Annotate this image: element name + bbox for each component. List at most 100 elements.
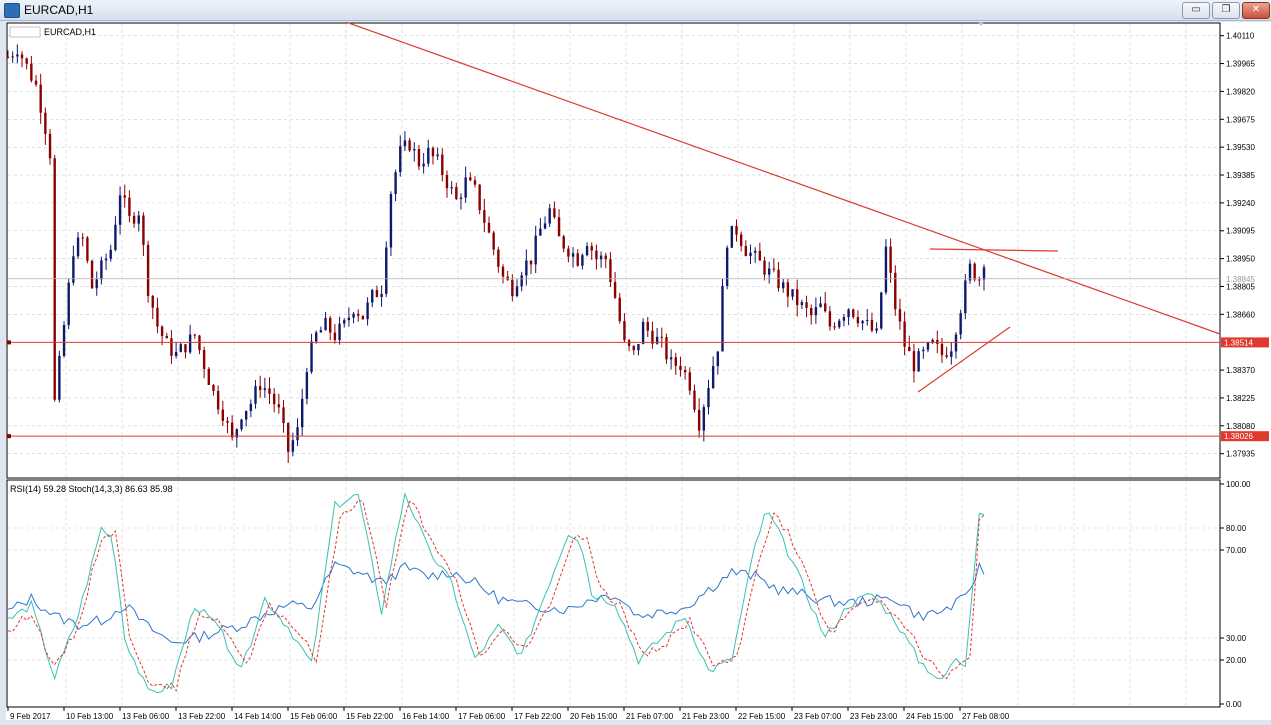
candle-body: [660, 336, 663, 338]
candle-body: [716, 351, 720, 367]
candle-body: [917, 351, 920, 372]
time-tick-label: 15 Feb 22:00: [346, 712, 394, 720]
candle-body: [81, 237, 84, 239]
time-tick-label: 27 Feb 08:00: [962, 712, 1010, 720]
candle-body: [511, 279, 514, 297]
candle-body: [86, 237, 89, 261]
indicator-tick-label: 70.00: [1226, 546, 1247, 555]
candle-body: [618, 297, 621, 322]
candle-body: [613, 282, 617, 298]
candle-body: [30, 63, 33, 81]
candle-body: [595, 250, 598, 260]
time-tick-label: 21 Feb 23:00: [682, 712, 730, 720]
candle-body: [263, 388, 267, 391]
candle-body: [6, 56, 10, 58]
candle-body: [908, 346, 911, 352]
candle-body: [333, 332, 337, 341]
price-tick-label: 1.38660: [1226, 310, 1255, 319]
indicator-axis: 100.00 80.00 70.00 30.00 20.00 0.00: [1220, 480, 1251, 709]
restore-button[interactable]: ❐: [1212, 2, 1240, 19]
candle-body: [90, 260, 94, 289]
candle-body: [473, 180, 477, 185]
resistance-line[interactable]: [929, 248, 1059, 252]
candle-body: [968, 263, 972, 281]
shift-marker-icon[interactable]: [978, 22, 984, 26]
horizontal-levels[interactable]: 1.388451.385141.38026: [7, 275, 1269, 442]
candle-body: [165, 336, 168, 339]
candle-body: [669, 357, 673, 360]
price-axis: 1.40110 1.39965 1.39820 1.39675 1.39530 1.393…: [1220, 32, 1255, 459]
candle-body: [945, 355, 948, 357]
candle-body: [702, 407, 706, 431]
candle-body: [978, 279, 981, 281]
candle-body: [884, 246, 888, 293]
candle-body: [735, 225, 738, 235]
candle-body: [604, 255, 607, 260]
price-tick-label: 1.38225: [1226, 394, 1255, 403]
ascending-trendline[interactable]: [917, 326, 1011, 393]
candle-body: [366, 302, 369, 320]
price-tick-label: 1.38080: [1226, 422, 1255, 431]
close-button[interactable]: ✕: [1242, 2, 1270, 19]
candle-body: [315, 332, 318, 342]
candle-body: [464, 177, 467, 198]
candle-body: [688, 372, 691, 391]
chart-canvas[interactable]: 1.388451.385141.38026 1.401101.399651.39…: [6, 21, 1271, 721]
candle-body: [352, 313, 355, 318]
candle-body: [898, 309, 902, 322]
candle-body: [282, 407, 285, 424]
candle-body: [543, 223, 547, 229]
indicator-panel-frame: [6, 479, 1221, 708]
chart-symbol-label: EURCAD,H1: [44, 27, 96, 37]
candle-body: [160, 326, 164, 337]
indicator-tick-label: 30.00: [1226, 634, 1247, 643]
stoch-signal-line: [7, 499, 985, 693]
time-tick-label: 24 Feb 15:00: [906, 712, 954, 720]
candle-body: [520, 275, 523, 287]
minimize-button[interactable]: ▭: [1182, 2, 1210, 19]
candle-body: [455, 187, 458, 200]
candle-body: [478, 184, 481, 211]
candle-body: [501, 266, 505, 277]
candle-body: [95, 279, 98, 289]
candle-body: [193, 334, 196, 336]
candle-body: [413, 149, 416, 151]
candle-body: [422, 163, 425, 167]
trendlines[interactable]: [345, 21, 1221, 393]
candle-body: [417, 149, 421, 167]
candle-body: [525, 260, 528, 276]
candle-body: [730, 225, 734, 248]
candle-body: [25, 58, 28, 64]
candle-body: [852, 309, 855, 318]
candle-body: [922, 349, 925, 352]
candle-body: [651, 330, 654, 344]
candle-body: [48, 133, 52, 159]
candle-body: [810, 307, 813, 316]
candle-body: [431, 147, 435, 157]
candle-body: [408, 140, 411, 151]
candle-body: [16, 54, 19, 57]
candle-body: [973, 263, 976, 280]
candle-body: [585, 246, 589, 256]
candle-body: [156, 307, 159, 327]
time-tick-label: 20 Feb 15:00: [570, 712, 618, 720]
stoch-main-line: [7, 492, 985, 694]
time-tick-label: 17 Feb 22:00: [514, 712, 562, 720]
candle-body: [310, 341, 313, 373]
candle-body: [137, 215, 140, 224]
candle-body: [539, 228, 542, 236]
candle-body: [674, 357, 677, 366]
candle-body: [67, 282, 70, 326]
candle-body: [982, 267, 986, 280]
candle-body: [109, 249, 112, 259]
candle-body: [767, 268, 771, 275]
candle-body: [842, 317, 846, 321]
candle-body: [763, 260, 766, 275]
candle-body: [781, 282, 785, 289]
chart-window[interactable]: 1.38845 1.38514 1.38026 1.40110 1.39965 1.39…: [6, 21, 1271, 721]
candle-body: [492, 232, 495, 250]
candle-body: [436, 154, 439, 157]
candle-body: [819, 303, 822, 308]
candle-body: [375, 290, 379, 298]
candle-body: [954, 334, 958, 352]
